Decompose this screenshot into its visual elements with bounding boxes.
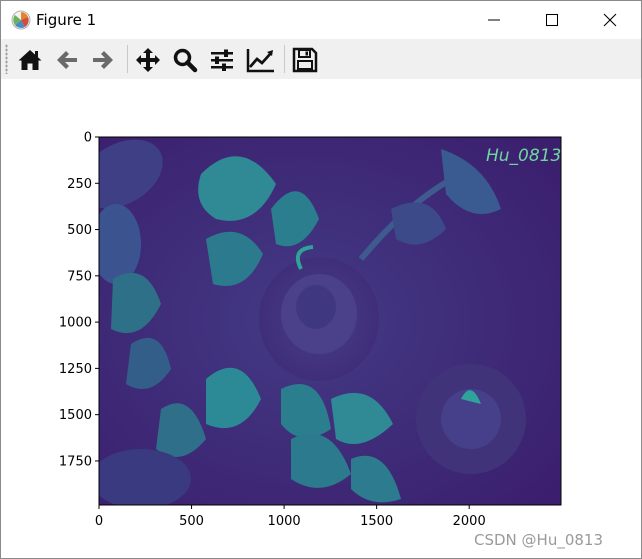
forward-arrow-icon — [93, 51, 113, 69]
y-tick-label: 1750 — [59, 454, 92, 469]
footer-watermark: CSDN @Hu_0813 — [474, 531, 603, 549]
configure-subplots-button[interactable] — [207, 45, 237, 75]
zoom-icon — [173, 48, 198, 73]
y-tick-label: 1000 — [59, 316, 92, 331]
x-tick-label: 0 — [95, 514, 103, 529]
toolbar-grip[interactable] — [5, 44, 8, 74]
y-tick-label: 250 — [67, 177, 92, 192]
toolbar-separator — [127, 45, 128, 73]
title-bar[interactable]: Figure 1 — [1, 1, 641, 39]
y-axis: 0 250 500 750 1000 1250 1500 1750 — [59, 131, 99, 469]
x-axis: 0 500 1000 1500 2000 — [95, 505, 486, 529]
zoom-button[interactable] — [170, 45, 200, 75]
edit-axes-icon — [246, 49, 274, 73]
configure-subplots-icon — [211, 49, 233, 71]
navigation-toolbar — [1, 39, 641, 79]
figure-window: Figure 1 Hu_0813 0 250 500 750 1000 1250… — [0, 0, 642, 559]
pan-button[interactable] — [133, 45, 163, 75]
y-tick-label: 0 — [84, 131, 92, 146]
y-tick-label: 500 — [67, 223, 92, 238]
rose-image: Hu_0813 — [99, 137, 561, 505]
back-arrow-icon — [57, 51, 77, 69]
maximize-button[interactable] — [529, 1, 575, 39]
edit-axes-button[interactable] — [244, 45, 274, 75]
pan-icon — [136, 48, 160, 72]
save-icon — [292, 47, 318, 73]
figure-canvas[interactable]: Hu_0813 0 250 500 750 1000 1250 1500 1750 0 500 1… — [1, 79, 641, 558]
matplotlib-app-icon — [11, 10, 31, 30]
image-watermark: Hu_0813 — [486, 146, 561, 166]
forward-button[interactable] — [88, 45, 118, 75]
x-tick-label: 1500 — [360, 514, 393, 529]
toolbar-separator — [284, 45, 285, 73]
save-button[interactable] — [290, 45, 320, 75]
back-button[interactable] — [52, 45, 82, 75]
home-icon — [18, 50, 42, 70]
x-tick-label: 500 — [179, 514, 204, 529]
minimize-icon — [488, 19, 500, 21]
maximize-icon — [546, 14, 558, 26]
y-tick-label: 750 — [67, 269, 92, 284]
x-tick-label: 1000 — [268, 514, 301, 529]
minimize-button[interactable] — [471, 1, 517, 39]
close-button[interactable] — [587, 1, 633, 39]
x-tick-label: 2000 — [453, 514, 486, 529]
y-tick-label: 1250 — [59, 362, 92, 377]
home-button[interactable] — [15, 45, 45, 75]
plot-canvas[interactable]: Hu_0813 0 250 500 750 1000 1250 1500 1750 0 500 1… — [1, 79, 641, 529]
y-tick-label: 1500 — [59, 408, 92, 423]
close-icon — [603, 13, 617, 27]
window-title: Figure 1 — [36, 11, 97, 29]
